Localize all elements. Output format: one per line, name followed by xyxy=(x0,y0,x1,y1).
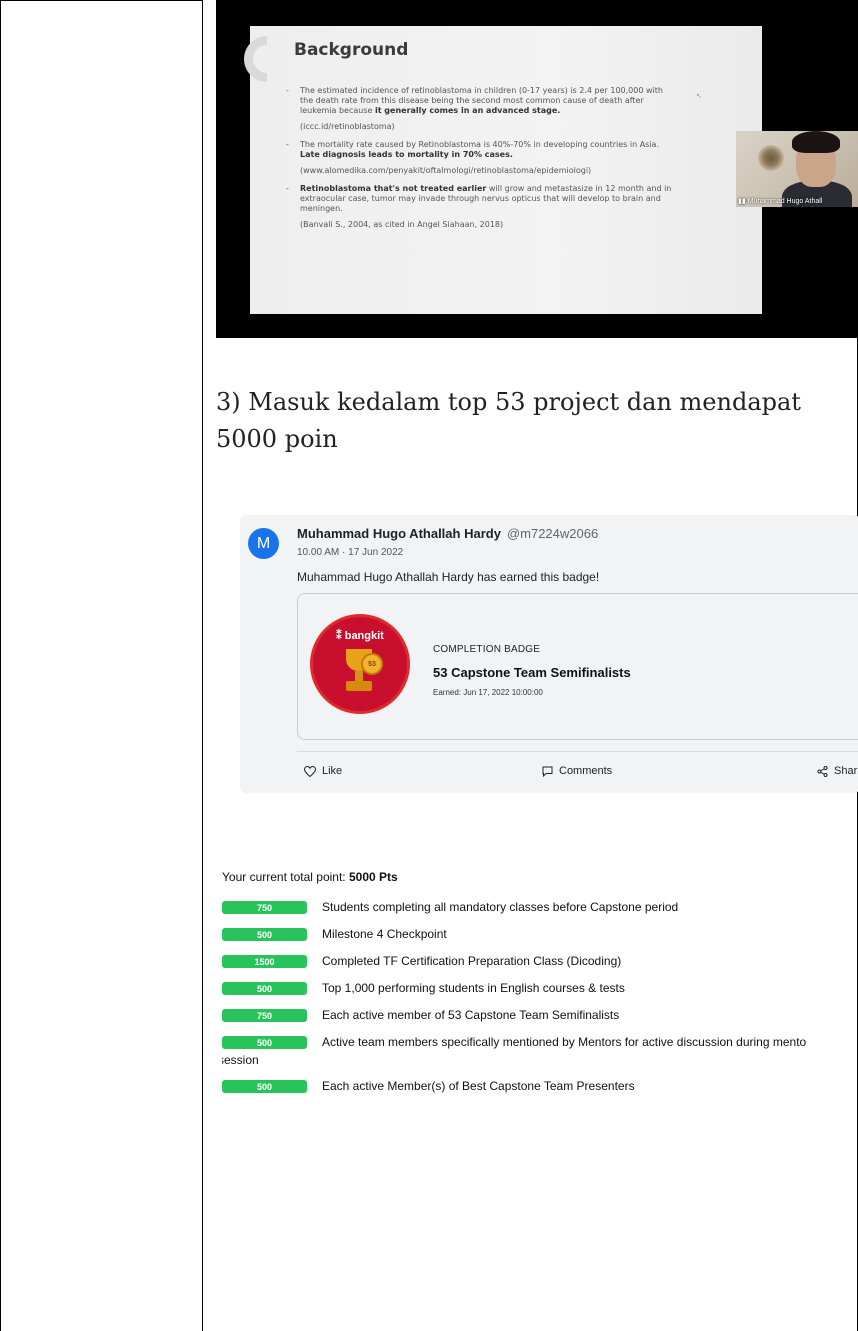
slide: Background The estimated incidence of re… xyxy=(234,26,762,314)
point-value-pill: 500 xyxy=(222,928,307,941)
table-column-divider xyxy=(202,0,203,1331)
participant-video-tile: ▮▮ Muhammad Hugo Athall xyxy=(736,131,858,207)
slide-bullet: Retinoblastoma that's not treated earlie… xyxy=(286,184,676,214)
slide-decoration xyxy=(234,26,300,92)
comments-button[interactable]: Comments xyxy=(542,765,612,777)
badge-box[interactable]: ⁑ bangkit 53 COMPLETION BADGE 53 Capston… xyxy=(297,593,858,740)
share-icon xyxy=(817,765,828,777)
badge-brand: ⁑ bangkit xyxy=(336,630,384,642)
post-time: 10.00 AM · 17 Jun 2022 xyxy=(297,547,404,558)
point-description: Top 1,000 performing students in English… xyxy=(322,981,625,995)
point-row: 500 Active team members specifically men… xyxy=(222,1036,858,1070)
trophy-stem xyxy=(355,671,363,681)
slide-bullet: The estimated incidence of retinoblastom… xyxy=(286,86,676,116)
point-description: Each active Member(s) of Best Capstone T… xyxy=(322,1079,635,1093)
comment-icon xyxy=(542,766,553,777)
badge-earned-date: Earned: Jun 17, 2022 10:00:00 xyxy=(433,688,543,697)
badge-type: COMPLETION BADGE xyxy=(433,644,541,655)
avatar[interactable]: M xyxy=(248,528,279,559)
point-value-pill: 1500 xyxy=(222,955,307,968)
point-value-pill: 500 xyxy=(222,1036,307,1049)
post-author[interactable]: Muhammad Hugo Athallah Hardy @m7224w2066 xyxy=(297,526,598,541)
heart-icon xyxy=(304,765,316,777)
cursor-icon: ↖ xyxy=(696,93,702,100)
point-value-pill: 750 xyxy=(222,901,307,914)
point-description: Completed TF Certification Preparation C… xyxy=(322,954,622,968)
post-text: Muhammad Hugo Athallah Hardy has earned … xyxy=(297,570,600,584)
presentation-screenshot: Background The estimated incidence of re… xyxy=(216,0,858,338)
slide-citation: (www.alomedika.com/penyakit/oftalmologi/… xyxy=(300,166,592,175)
total-points: Your current total point: 5000 Pts xyxy=(222,870,398,884)
person-hair xyxy=(792,131,840,153)
point-value-pill: 500 xyxy=(222,1080,307,1093)
bangkit-logo-icon: ⁑ xyxy=(336,630,345,642)
medal-number: 53 xyxy=(361,653,383,675)
post-handle: @m7224w2066 xyxy=(506,526,599,541)
badge-post-card: M Muhammad Hugo Athallah Hardy @m7224w206… xyxy=(240,515,858,793)
like-button[interactable]: Like xyxy=(304,765,342,777)
point-description-continued: session xyxy=(222,1053,259,1067)
badge-name: 53 Capstone Team Semifinalists xyxy=(433,665,631,680)
slide-citation: (iccc.id/retinoblastoma) xyxy=(300,122,395,131)
signal-icon: ▮▮ xyxy=(738,198,748,205)
table-border-left xyxy=(0,0,1,1331)
slide-title: Background xyxy=(294,40,409,60)
point-description: Each active member of 53 Capstone Team S… xyxy=(322,1008,620,1022)
point-description: Active team members specifically mention… xyxy=(322,1036,807,1049)
point-description: Milestone 4 Checkpoint xyxy=(322,927,447,941)
slide-body: The estimated incidence of retinoblastom… xyxy=(286,86,676,238)
point-value-pill: 500 xyxy=(222,982,307,995)
badge-image: ⁑ bangkit 53 xyxy=(310,614,410,714)
slide-citation: (Banvali S., 2004, as cited in Angel Sia… xyxy=(300,220,504,229)
section-heading: 3) Masuk kedalam top 53 project dan mend… xyxy=(216,388,801,453)
share-button[interactable]: Shar xyxy=(817,765,857,777)
total-points-value: 5000 Pts xyxy=(348,870,398,884)
point-description: Students completing all mandatory classe… xyxy=(322,900,679,914)
participant-name: ▮▮ Muhammad Hugo Athall xyxy=(738,198,823,205)
point-value-pill: 750 xyxy=(222,1009,307,1022)
lamp-shape xyxy=(758,145,784,171)
card-divider xyxy=(297,751,858,752)
table-border-top xyxy=(0,0,202,1)
slide-bullet: The mortality rate caused by Retinoblast… xyxy=(286,140,676,160)
trophy-base xyxy=(346,681,372,691)
